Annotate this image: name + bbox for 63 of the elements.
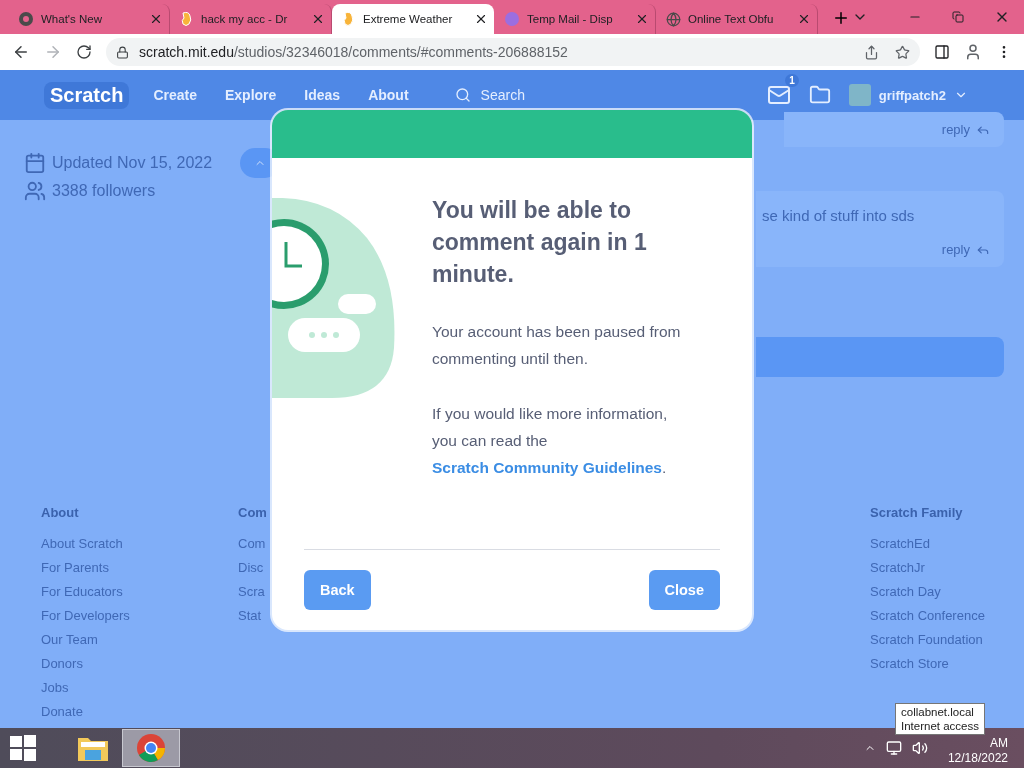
new-tab-icon[interactable]: [832, 9, 850, 27]
reply-link[interactable]: reply: [941, 242, 990, 257]
clock-date[interactable]: 12/18/2022: [947, 751, 1008, 766]
footer-link[interactable]: For Educators: [41, 580, 238, 604]
footer-link[interactable]: Our Team: [41, 628, 238, 652]
updated-date: Updated Nov 15, 2022: [52, 154, 213, 172]
nav-link[interactable]: Create: [153, 87, 197, 103]
tooltip-text: collabnet.local: [901, 705, 975, 719]
modal-text: If you would like more information, you can read the Scratch Community Guidelines.: [432, 404, 669, 478]
circle-icon: [504, 11, 520, 27]
search-icon: [454, 87, 471, 103]
username[interactable]: griffpatch2: [878, 87, 946, 103]
footer-heading: About: [41, 505, 80, 520]
address-field[interactable]: scratch.mit.edu/studios/32346018/comments/#comments-206888152: [106, 38, 920, 66]
globe-icon: [666, 11, 681, 27]
message-count: 1: [785, 74, 799, 87]
footer-link[interactable]: ScratchJr: [870, 556, 1024, 580]
clock-time[interactable]: AM: [990, 736, 1008, 751]
calendar-icon: [24, 152, 46, 174]
modal-title: You will be able to comment again in 1 minute.: [432, 196, 648, 289]
folder-icon[interactable]: [808, 84, 831, 106]
share-icon[interactable]: [864, 44, 879, 60]
footer-link[interactable]: About Scratch: [41, 532, 238, 556]
back-icon[interactable]: [12, 43, 30, 61]
profile-icon[interactable]: [964, 43, 982, 61]
back-button[interactable]: Back: [304, 570, 371, 610]
footer-link[interactable]: For Parents: [41, 556, 238, 580]
comment-text: se kind of stuff into sds: [761, 207, 916, 224]
footer-heading: Com: [238, 505, 268, 520]
close-button[interactable]: Close: [648, 570, 720, 610]
network-icon[interactable]: [885, 740, 902, 756]
footer-link[interactable]: For Developers: [41, 604, 238, 628]
footer-link[interactable]: Scratch Foundation: [870, 628, 1024, 652]
footer-link[interactable]: Donors: [41, 652, 238, 676]
restore-icon[interactable]: [952, 11, 964, 23]
windows-start-icon[interactable]: [10, 735, 36, 761]
tooltip-text: Internet access: [901, 719, 979, 733]
url-text: scratch.mit.edu/studios/32346018/comments/#comments-206888152: [139, 44, 568, 60]
footer-link[interactable]: Jobs: [41, 676, 238, 700]
reload-icon[interactable]: [76, 44, 92, 60]
side-panel-icon[interactable]: [934, 44, 950, 60]
scratch-logo[interactable]: Scratch: [44, 81, 130, 109]
nav-link[interactable]: Explore: [224, 87, 277, 103]
nav-link[interactable]: Ideas: [304, 87, 341, 103]
footer-heading: Scratch Family: [870, 505, 964, 520]
close-icon[interactable]: [474, 12, 488, 26]
messages-icon[interactable]: [766, 83, 791, 107]
lock-icon: [116, 45, 129, 59]
nav-link[interactable]: About: [368, 87, 409, 103]
footer-link[interactable]: Scratch Store: [870, 652, 1024, 676]
search-field[interactable]: Search: [454, 87, 745, 103]
reply-link[interactable]: reply: [941, 122, 990, 137]
volume-icon[interactable]: [911, 740, 928, 756]
followers-icon: [24, 180, 46, 202]
bookmark-star-icon[interactable]: [895, 44, 910, 60]
modal-text: Your account has been paused from commenting until then.: [432, 322, 682, 369]
followers-count: 3388 followers: [52, 182, 156, 200]
browser-tab[interactable]: Extreme Weather: [332, 4, 494, 34]
guidelines-link[interactable]: Scratch Community Guidelines: [432, 459, 662, 476]
footer-link[interactable]: Donate: [41, 700, 238, 724]
footer-link[interactable]: Scratch Day: [870, 580, 1024, 604]
footer-link[interactable]: Scratch Conference: [870, 604, 1024, 628]
footer-link[interactable]: ScratchEd: [870, 532, 1024, 556]
